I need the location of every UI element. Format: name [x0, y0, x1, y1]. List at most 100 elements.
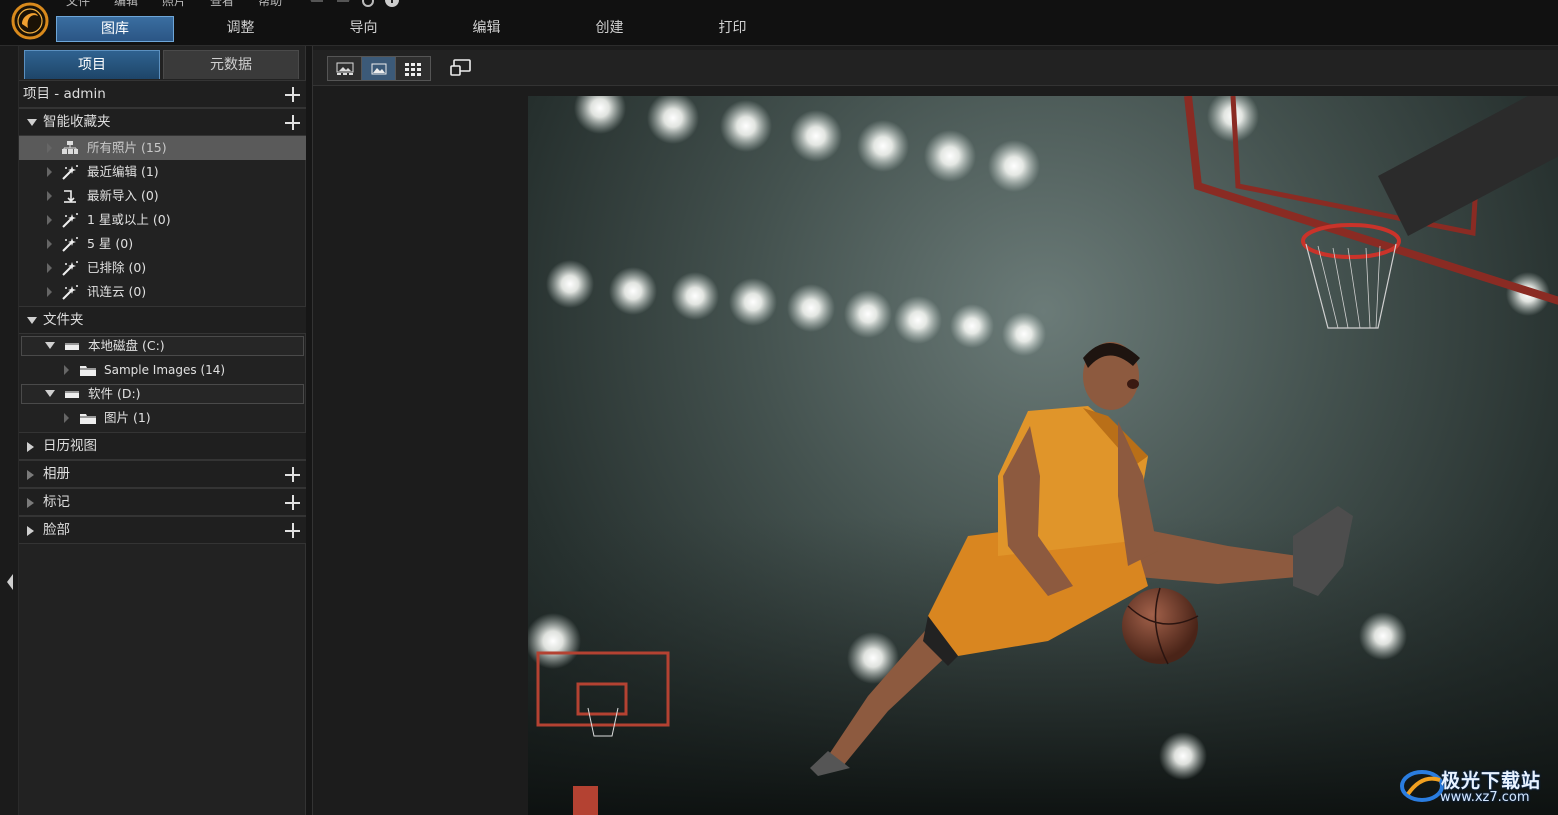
- smart-collections-header[interactable]: 智能收藏夹: [19, 108, 306, 136]
- add-smart-collection-icon[interactable]: [285, 115, 300, 130]
- info-icon[interactable]: [384, 0, 400, 8]
- collapse-arrow-icon[interactable]: [7, 574, 13, 590]
- expand-down-icon[interactable]: [45, 342, 55, 349]
- tab-print[interactable]: 打印: [671, 16, 794, 42]
- drive-d[interactable]: 软件 (D:): [21, 384, 304, 404]
- folder-icon: [80, 366, 96, 376]
- collection-latest-import[interactable]: 最新导入 (0): [19, 184, 306, 208]
- add-face-icon[interactable]: [285, 523, 300, 538]
- grid-view-icon: [405, 62, 421, 76]
- tab-library[interactable]: 图库: [56, 16, 174, 42]
- collection-label: 已排除 (0): [87, 260, 147, 275]
- collection-all-photos[interactable]: 所有照片 (15): [19, 136, 306, 160]
- section-label: 标记: [43, 494, 70, 510]
- expand-right-icon[interactable]: [47, 191, 52, 201]
- collection-one-star[interactable]: 1 星或以上 (0): [19, 208, 306, 232]
- expand-down-icon[interactable]: [27, 317, 37, 324]
- collection-recent-edits[interactable]: 最近编辑 (1): [19, 160, 306, 184]
- folder-label: 图片 (1): [104, 410, 151, 425]
- collection-label: 最近编辑 (1): [87, 164, 159, 179]
- panel-collapse-strip[interactable]: [0, 46, 19, 815]
- undo-icon[interactable]: [308, 0, 326, 8]
- collection-cloud[interactable]: 讯连云 (0): [19, 280, 306, 304]
- tab-project[interactable]: 项目: [24, 50, 160, 79]
- faces-header[interactable]: 脸部: [19, 516, 306, 544]
- watermark-text: 极光下载站: [1441, 770, 1542, 792]
- top-bar: 文件 编辑 照片 查看 帮助 图库 调整 导向 编辑 创建 打印: [0, 0, 1558, 46]
- menu-photo[interactable]: 照片: [162, 0, 186, 8]
- drive-c[interactable]: 本地磁盘 (C:): [21, 336, 304, 356]
- panel-content: 项目 - admin 智能收藏夹 所有照片 (15) 最近编辑 (1) 最新导入…: [19, 80, 306, 544]
- menu-bar: 文件 编辑 照片 查看 帮助: [66, 0, 306, 8]
- folder-icon: [80, 414, 96, 424]
- expand-right-icon[interactable]: [27, 498, 34, 508]
- redo-icon[interactable]: [334, 0, 352, 8]
- folder-label: Sample Images (14): [104, 363, 226, 377]
- expand-right-icon[interactable]: [27, 526, 34, 536]
- expand-right-icon[interactable]: [64, 365, 69, 375]
- folder-pictures[interactable]: 图片 (1): [19, 406, 306, 430]
- expand-right-icon[interactable]: [47, 263, 52, 273]
- mode-tabs: 图库 调整 导向 编辑 创建 打印: [56, 16, 794, 42]
- drive-icon: [65, 343, 79, 350]
- single-photo-icon: [371, 63, 386, 74]
- add-project-icon[interactable]: [285, 87, 300, 102]
- photo-stack-icon: [62, 141, 78, 154]
- expand-right-icon[interactable]: [47, 167, 52, 177]
- filmstrip-view-button[interactable]: [328, 57, 362, 80]
- preview-photo[interactable]: 5: [528, 96, 1558, 815]
- magic-wand-icon: [62, 213, 78, 228]
- add-tag-icon[interactable]: [285, 495, 300, 510]
- quick-toolbar: [308, 0, 400, 8]
- folders-header[interactable]: 文件夹: [19, 306, 306, 334]
- expand-right-icon[interactable]: [47, 239, 52, 249]
- calendar-view-header[interactable]: 日历视图: [19, 432, 306, 460]
- collection-label: 5 星 (0): [87, 236, 134, 251]
- menu-file[interactable]: 文件: [66, 0, 90, 8]
- compare-view-icon[interactable]: [449, 58, 473, 78]
- section-label: 相册: [43, 466, 70, 482]
- view-toolbar: [313, 50, 1558, 86]
- section-label: 日历视图: [43, 438, 97, 454]
- tags-header[interactable]: 标记: [19, 488, 306, 516]
- settings-gear-icon[interactable]: [360, 0, 376, 8]
- tab-metadata[interactable]: 元数据: [163, 50, 299, 79]
- expand-right-icon[interactable]: [47, 287, 52, 297]
- add-album-icon[interactable]: [285, 467, 300, 482]
- tab-edit[interactable]: 编辑: [425, 16, 548, 42]
- menu-view[interactable]: 查看: [210, 0, 234, 8]
- expand-down-icon[interactable]: [45, 390, 55, 397]
- expand-right-icon[interactable]: [27, 470, 34, 480]
- collection-five-star[interactable]: 5 星 (0): [19, 232, 306, 256]
- tab-adjust[interactable]: 调整: [179, 16, 302, 42]
- filmstrip-view-icon: [336, 62, 353, 75]
- tab-create[interactable]: 创建: [548, 16, 671, 42]
- view-mode-buttons: [327, 56, 431, 81]
- expand-right-icon[interactable]: [64, 413, 69, 423]
- smart-collections-title: 智能收藏夹: [43, 114, 111, 130]
- photo-view-area: 5: [312, 46, 1558, 815]
- project-label: 项目 - admin: [23, 86, 106, 102]
- expand-right-icon[interactable]: [47, 215, 52, 225]
- menu-edit[interactable]: 编辑: [114, 0, 138, 8]
- magic-wand-icon: [62, 237, 78, 252]
- albums-header[interactable]: 相册: [19, 460, 306, 488]
- single-view-button[interactable]: [362, 57, 396, 80]
- magic-wand-icon: [62, 165, 78, 180]
- folder-sample-images[interactable]: Sample Images (14): [19, 358, 306, 382]
- watermark-url: www.xz7.com: [1440, 790, 1530, 805]
- drive-label: 本地磁盘 (C:): [88, 338, 165, 353]
- grid-view-button[interactable]: [396, 57, 430, 80]
- drive-icon: [65, 391, 79, 398]
- expand-right-icon[interactable]: [27, 442, 34, 452]
- menu-help[interactable]: 帮助: [258, 0, 282, 8]
- import-arrow-icon: [64, 190, 76, 203]
- expand-down-icon[interactable]: [27, 119, 37, 126]
- collection-excluded[interactable]: 已排除 (0): [19, 256, 306, 280]
- collection-label: 最新导入 (0): [87, 188, 159, 203]
- collection-label: 1 星或以上 (0): [87, 212, 171, 227]
- project-header[interactable]: 项目 - admin: [19, 80, 306, 108]
- tab-guided[interactable]: 导向: [302, 16, 425, 42]
- expand-right-icon[interactable]: [47, 143, 52, 153]
- app-logo-icon[interactable]: [10, 2, 50, 40]
